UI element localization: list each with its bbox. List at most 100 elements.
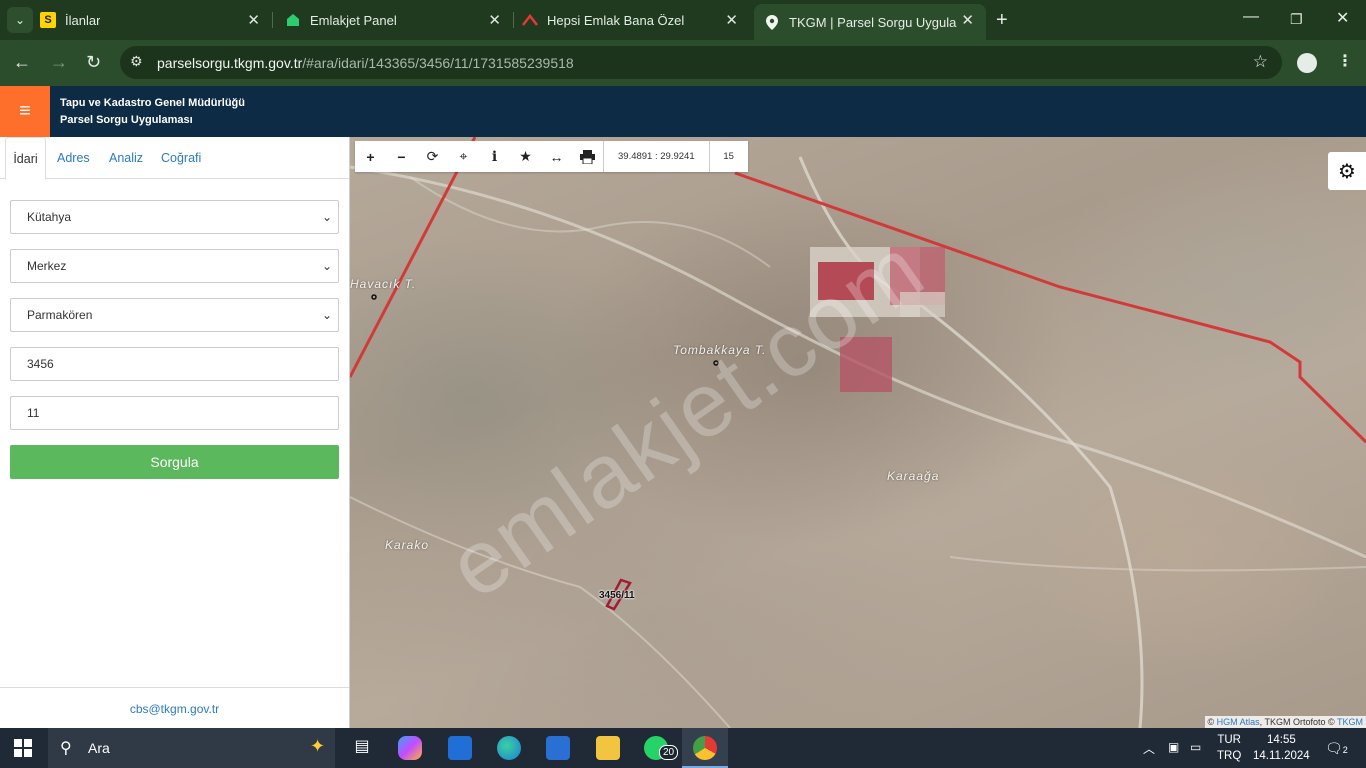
query-sidebar: İdari Adres Analiz Coğrafi Kütahya ⌄ Mer… [0,137,350,728]
app-header: ≡ Tapu ve Kadastro Genel Müdürlüğü Parse… [0,86,1366,137]
map-attribution: © HGM Atlas, TKGM Ortofoto © TKGM [1204,716,1366,728]
map-label-tombakkaya: Tombakkaya T. [673,343,767,357]
zoom-level: 15 [723,151,734,162]
reload-icon[interactable]: ↻ [86,52,101,73]
province-select[interactable]: Kütahya ⌄ [10,200,339,234]
tab-idari[interactable]: İdari [5,137,46,180]
site-settings-icon[interactable]: ⚙ [130,53,143,70]
map-label-havacik: Havacık T. [350,277,417,291]
store-icon[interactable] [546,736,570,760]
map-view[interactable]: emlakjet.com Havacık T. Tombakkaya T. Ka… [350,137,1366,728]
parcel-input[interactable]: 11 [10,396,339,430]
query-button[interactable]: Sorgula [10,445,339,479]
settings-gear-icon[interactable]: ⚙ [1328,152,1366,190]
favorite-star-icon[interactable]: ★ [510,141,541,172]
pin-icon [764,14,780,30]
hamburger-menu-icon[interactable]: ≡ [0,86,50,137]
search-icon: ⚲ [60,740,72,757]
info-icon[interactable]: i [479,141,510,172]
coordinate-readout: 39.4891 : 29.9241 [603,141,710,172]
notification-icon[interactable]: 🗨2 [1325,740,1348,757]
tab-analiz[interactable]: Analiz [109,137,143,179]
zoom-out-icon[interactable]: − [386,141,417,172]
restore-icon[interactable]: ❐ [1290,11,1303,28]
tab-separator [513,12,514,28]
close-window-icon[interactable]: ✕ [1336,8,1349,28]
district-select[interactable]: Merkez ⌄ [10,249,339,283]
tab-title: Hepsi Emlak Bana Özel [547,12,685,28]
minimize-icon[interactable]: — [1243,8,1259,26]
browser-tab-emlakjet-panel[interactable]: Emlakjet Panel ✕ [285,0,513,40]
locate-crosshair-icon[interactable]: ⌖ [448,141,479,172]
province-value: Kütahya [27,210,72,224]
mail-icon[interactable] [448,736,472,760]
input-language[interactable]: TUR TRQ [1217,732,1241,764]
chevron-down-icon: ⌄ [321,259,332,273]
chrome-icon[interactable] [693,736,717,760]
app-title: Tapu ve Kadastro Genel Müdürlüğü Parsel … [60,95,245,129]
zoom-in-icon[interactable]: + [355,141,386,172]
windows-start-icon[interactable] [14,739,32,757]
sidebar-tabs: İdari Adres Analiz Coğrafi [0,137,349,180]
map-label-karaaga: Karaağa [887,469,940,483]
tab-title: TKGM | Parsel Sorgu Uygulaması [789,14,957,30]
contact-email-link[interactable]: cbs@tkgm.gov.tr [0,687,349,728]
tab-title: Emlakjet Panel [310,12,397,28]
whatsapp-badge: 20 [659,745,679,760]
tab-title: İlanlar [65,12,101,28]
taskbar-search[interactable]: ⚲ Ara ✦ [48,728,335,768]
chevron-down-icon: ⌄ [321,210,332,224]
forward-arrow-icon[interactable]: → [50,52,68,73]
tab-separator [272,12,273,28]
house-icon [285,12,301,28]
windows-taskbar: ⚲ Ara ✦ ▤ ︿ ▣ ▭ TUR TRQ 14:55 14.11.2024… [0,728,1366,768]
chevron-down-icon: ⌄ [321,308,332,322]
browser-tab-tkgm[interactable]: TKGM | Parsel Sorgu Uygulaması ✕ [754,4,986,40]
map-features [350,137,1366,728]
browser-tab-ilanlar[interactable]: S İlanlar ✕ [40,0,272,40]
parcel-label[interactable]: 3456/11 [599,590,635,601]
tray-chevron-icon[interactable]: ︿ [1143,740,1155,757]
address-bar[interactable]: ⚙ parselsorgu.tkgm.gov.tr/#ara/idari/143… [120,46,1282,79]
copilot-sparkle-icon: ✦ [310,736,326,756]
block-input[interactable]: 3456 [10,347,339,381]
print-icon[interactable] [572,141,603,172]
district-value: Merkez [27,259,67,273]
copilot-icon[interactable] [398,736,422,760]
browser-toolbar: ← → ↻ ⚙ parselsorgu.tkgm.gov.tr/#ara/ida… [0,40,1366,86]
roof-icon [522,12,538,28]
profile-avatar-icon[interactable] [1297,53,1317,73]
new-tab-plus-icon[interactable]: + [996,9,1008,32]
url-text[interactable]: parselsorgu.tkgm.gov.tr/#ara/idari/14336… [157,55,574,71]
back-arrow-icon[interactable]: ← [13,52,31,73]
browser-tab-hepsi-emlak[interactable]: Hepsi Emlak Bana Özel ✕ [522,0,750,40]
file-explorer-icon[interactable] [596,736,620,760]
neighborhood-select[interactable]: Parmakören ⌄ [10,298,339,332]
tkgm-link[interactable]: TKGM [1337,717,1363,727]
bookmark-star-icon[interactable]: ☆ [1253,52,1268,72]
measure-distance-icon[interactable]: ↔ [541,141,572,172]
tab-adres[interactable]: Adres [57,137,90,179]
tab-search-chevron-icon[interactable]: ⌄ [7,7,33,33]
close-tab-icon[interactable]: ✕ [961,11,974,29]
sahibinden-favicon-icon: S [40,12,56,28]
network-icon[interactable]: ▭ [1190,740,1201,754]
search-placeholder: Ara [88,740,110,756]
map-label-karako: Karako [385,538,430,552]
hgm-atlas-link[interactable]: HGM Atlas [1217,717,1260,727]
map-toolbar: + − ⟳ ⌖ i ★ ↔ 39.4891 : 29.9241 15 [355,141,748,172]
close-tab-icon[interactable]: ✕ [725,11,738,29]
refresh-icon[interactable]: ⟳ [417,141,448,172]
system-clock[interactable]: 14:55 14.11.2024 [1253,732,1310,764]
browser-menu-icon[interactable]: ⋮ [1337,51,1353,71]
app-title-line1: Tapu ve Kadastro Genel Müdürlüğü [60,97,245,109]
tab-cografi[interactable]: Coğrafi [161,137,201,179]
task-view-icon[interactable]: ▤ [350,736,374,760]
edge-icon[interactable] [497,736,521,760]
neighborhood-value: Parmakören [27,308,93,322]
meet-now-icon[interactable]: ▣ [1168,740,1179,754]
close-tab-icon[interactable]: ✕ [488,11,501,29]
close-tab-icon[interactable]: ✕ [247,11,260,29]
browser-tabstrip: ⌄ S İlanlar ✕ Emlakjet Panel ✕ Hepsi Eml… [0,0,1366,40]
app-title-line2: Parsel Sorgu Uygulaması [60,114,193,126]
